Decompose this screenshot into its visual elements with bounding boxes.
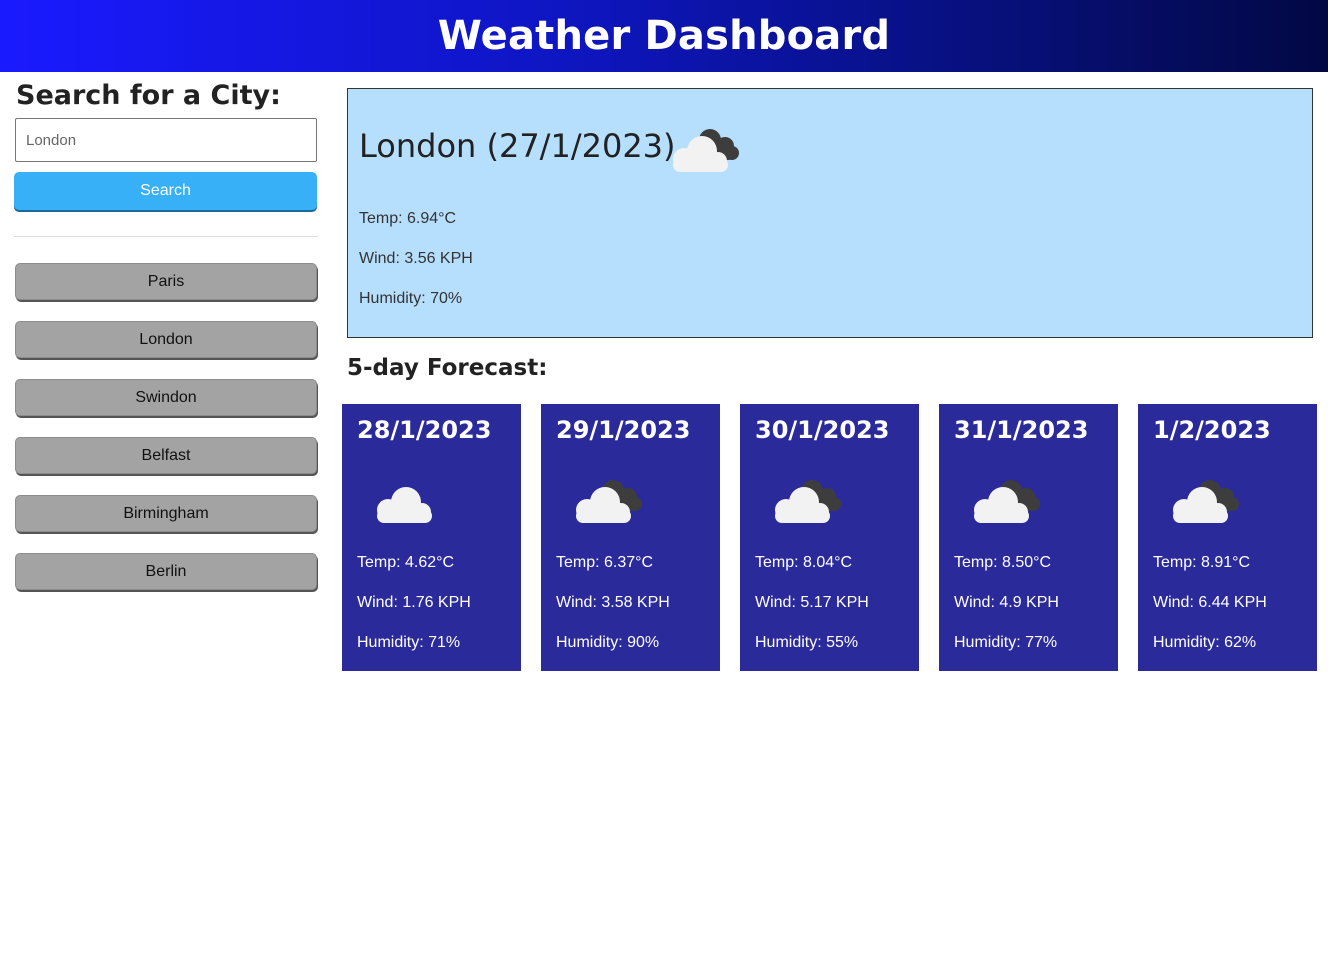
current-city-title: London (27/1/2023): [359, 127, 676, 165]
forecast-card: 31/1/2023 Temp: 8.50°C Wind: 4.9 KPH Hum…: [939, 404, 1118, 671]
forecast-wind: Wind: 6.44 KPH: [1153, 594, 1267, 611]
forecast-humidity: Humidity: 77%: [954, 634, 1058, 651]
divider: [14, 236, 318, 237]
forecast-temp: Temp: 4.62°C: [357, 554, 455, 571]
forecast-humidity: Humidity: 55%: [755, 634, 859, 651]
cloudy-icon: [967, 476, 1045, 533]
cloudy-icon: [1166, 476, 1244, 533]
city-search-input[interactable]: [15, 118, 317, 162]
forecast-wind: Wind: 3.58 KPH: [556, 594, 670, 611]
search-heading: Search for a City:: [16, 80, 281, 111]
current-weather-panel: London (27/1/2023) Temp: 6.94°C Wind: 3.…: [347, 88, 1313, 338]
history-button-berlin[interactable]: Berlin: [15, 553, 317, 590]
forecast-card: 30/1/2023 Temp: 8.04°C Wind: 5.17 KPH Hu…: [740, 404, 919, 671]
current-temp: Temp: 6.94°C: [359, 210, 457, 227]
cloudy-icon: [768, 476, 846, 533]
forecast-date: 31/1/2023: [954, 416, 1089, 444]
forecast-temp: Temp: 8.91°C: [1153, 554, 1251, 571]
cloud-icon: [370, 476, 448, 533]
forecast-card: 29/1/2023 Temp: 6.37°C Wind: 3.58 KPH Hu…: [541, 404, 720, 671]
history-button-birmingham[interactable]: Birmingham: [15, 495, 317, 532]
forecast-date: 30/1/2023: [755, 416, 890, 444]
forecast-humidity: Humidity: 71%: [357, 634, 461, 651]
history-button-london[interactable]: London: [15, 321, 317, 358]
search-sidebar: Search for a City: Search Paris London S…: [14, 72, 318, 590]
forecast-temp: Temp: 6.37°C: [556, 554, 654, 571]
cloudy-icon: [666, 125, 744, 182]
forecast-wind: Wind: 1.76 KPH: [357, 594, 471, 611]
forecast-card: 28/1/2023 Temp: 4.62°C Wind: 1.76 KPH Hu…: [342, 404, 521, 671]
forecast-temp: Temp: 8.50°C: [954, 554, 1052, 571]
forecast-cards: 28/1/2023 Temp: 4.62°C Wind: 1.76 KPH Hu…: [342, 404, 1317, 671]
forecast-humidity: Humidity: 90%: [556, 634, 660, 651]
forecast-humidity: Humidity: 62%: [1153, 634, 1257, 651]
page-title: Weather Dashboard: [437, 13, 891, 59]
cloudy-icon: [569, 476, 647, 533]
forecast-date: 1/2/2023: [1153, 416, 1271, 444]
history-button-belfast[interactable]: Belfast: [15, 437, 317, 474]
forecast-wind: Wind: 4.9 KPH: [954, 594, 1059, 611]
search-button[interactable]: Search: [14, 172, 317, 210]
forecast-date: 29/1/2023: [556, 416, 691, 444]
forecast-temp: Temp: 8.04°C: [755, 554, 853, 571]
current-humidity: Humidity: 70%: [359, 290, 463, 307]
history-button-swindon[interactable]: Swindon: [15, 379, 317, 416]
forecast-heading: 5-day Forecast:: [347, 355, 548, 381]
search-history-list: Paris London Swindon Belfast Birmingham …: [15, 263, 317, 611]
forecast-date: 28/1/2023: [357, 416, 492, 444]
app-header: Weather Dashboard: [0, 0, 1328, 72]
forecast-card: 1/2/2023 Temp: 8.91°C Wind: 6.44 KPH Hum…: [1138, 404, 1317, 671]
forecast-wind: Wind: 5.17 KPH: [755, 594, 869, 611]
current-wind: Wind: 3.56 KPH: [359, 250, 473, 267]
history-button-paris[interactable]: Paris: [15, 263, 317, 300]
